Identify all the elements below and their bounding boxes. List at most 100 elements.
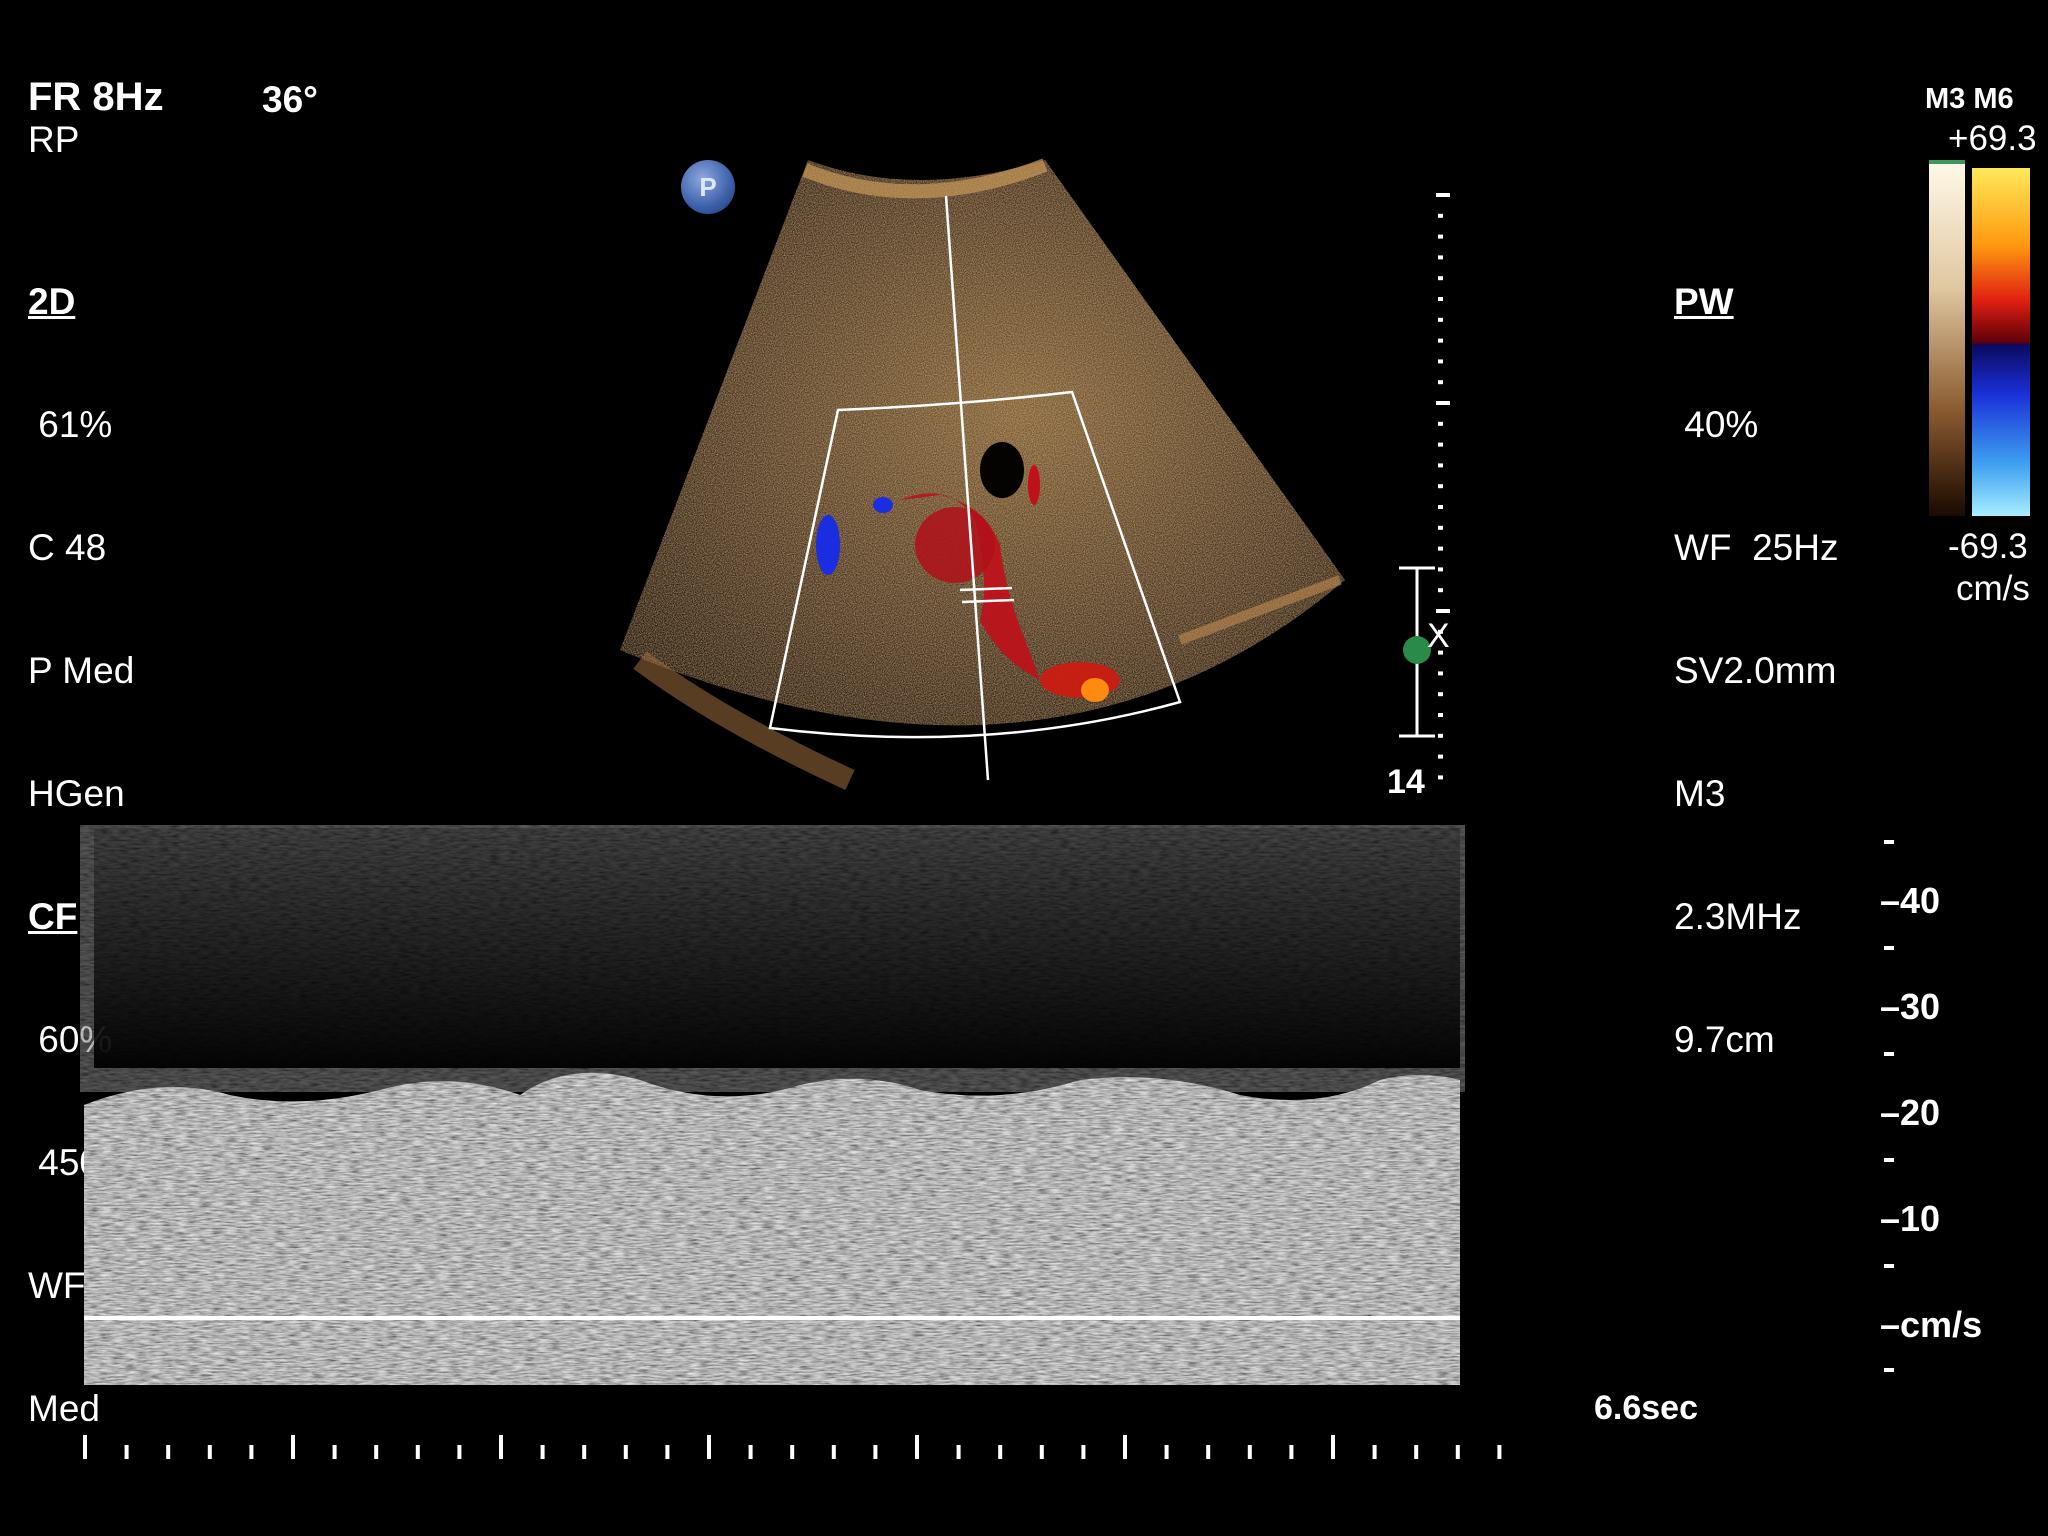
color-bar-max: +69.3	[1948, 119, 2037, 158]
time-tick	[665, 1445, 670, 1459]
depth-max-label: 14	[1387, 763, 1425, 801]
depth-tick	[1438, 505, 1443, 509]
time-tick	[873, 1445, 878, 1459]
time-tick	[499, 1435, 503, 1459]
time-axis	[83, 1435, 1502, 1459]
depth-tick	[1438, 567, 1443, 572]
spectral-doppler-trace	[84, 828, 1460, 1385]
velocity-unit-label: –cm/s	[1880, 1304, 1983, 1345]
depth-tick	[1438, 317, 1443, 322]
time-tick	[1372, 1445, 1377, 1459]
time-tick	[1123, 1435, 1127, 1459]
time-tick	[707, 1435, 711, 1459]
pw-frequency: 2.3MHz	[1674, 896, 1802, 937]
time-tick	[1039, 1445, 1044, 1459]
time-tick	[748, 1445, 753, 1459]
2d-gain: 61%	[28, 404, 113, 445]
pw-sample-volume: SV2.0mm	[1674, 650, 1837, 691]
velocity-label-30: –30	[1880, 986, 1941, 1027]
tissue-gradient	[1929, 164, 1965, 516]
frame-rate: FR 8Hz	[28, 75, 164, 119]
depth-tick	[1438, 442, 1443, 447]
pw-parameter-panel: PW 40% WF 25Hz SV2.0mm M3 2.3MHz 9.7cm	[1674, 199, 1838, 1101]
depth-tick	[1436, 193, 1450, 197]
time-tick	[623, 1445, 628, 1459]
time-tick	[1414, 1445, 1419, 1459]
velocity-scale: –40 –30 –20 –10 –cm/s	[1880, 840, 2040, 1380]
time-tick	[249, 1445, 254, 1459]
depth-tick	[1438, 546, 1443, 551]
time-tick	[1455, 1445, 1460, 1459]
probe-orientation: RP	[28, 119, 80, 160]
angle-readout: 36°	[262, 79, 318, 120]
time-tick	[998, 1445, 1003, 1459]
color-bar-min: -69.3	[1948, 527, 2028, 566]
color-bar-unit: cm/s	[1956, 569, 2030, 608]
time-tick	[457, 1445, 462, 1459]
time-tick	[291, 1435, 295, 1459]
time-tick	[1497, 1445, 1502, 1459]
time-tick	[1164, 1445, 1169, 1459]
depth-tick	[1438, 276, 1443, 281]
velocity-gradient	[1972, 168, 2030, 516]
time-tick	[374, 1445, 379, 1459]
depth-tick	[1438, 692, 1443, 697]
time-tick	[83, 1435, 87, 1459]
depth-tick	[1438, 234, 1443, 239]
depth-tick	[1438, 525, 1443, 530]
pw-wall-filter: WF 25Hz	[1674, 527, 1839, 568]
time-tick	[332, 1445, 337, 1459]
color-map-label: M3 M6	[1925, 83, 2014, 115]
depth-tick	[1438, 484, 1443, 489]
time-tick	[582, 1445, 587, 1459]
ultrasound-2d-image	[620, 158, 1345, 790]
time-tick	[956, 1445, 961, 1459]
pw-map: M3	[1674, 773, 1726, 814]
depth-tick	[1438, 713, 1443, 717]
depth-tick	[1438, 255, 1443, 260]
depth-tick	[1438, 463, 1443, 468]
pw-depth: 9.7cm	[1674, 1019, 1775, 1060]
cf-level: Med	[28, 1388, 100, 1429]
depth-tick	[1438, 671, 1443, 676]
time-tick	[1206, 1445, 1211, 1459]
mode-2d-title: 2D	[28, 281, 76, 322]
sweep-time-label: 6.6sec	[1594, 1389, 1698, 1427]
time-tick	[1247, 1445, 1252, 1459]
depth-tick	[1438, 588, 1443, 593]
time-tick	[1331, 1435, 1335, 1459]
mode-pw-title: PW	[1674, 281, 1734, 322]
2d-harmonic: HGen	[28, 773, 125, 814]
time-tick	[1081, 1445, 1086, 1459]
time-tick	[831, 1445, 836, 1459]
vessel-lumen	[980, 442, 1024, 498]
2d-power: P Med	[28, 650, 135, 691]
time-tick	[415, 1445, 420, 1459]
depth-scale	[1399, 193, 1450, 780]
velocity-label-10: –10	[1880, 1198, 1941, 1239]
time-tick	[540, 1445, 545, 1459]
depth-tick	[1436, 401, 1450, 405]
depth-tick	[1438, 421, 1443, 426]
time-tick	[124, 1445, 129, 1459]
depth-tick	[1438, 754, 1443, 759]
velocity-label-20: –20	[1880, 1092, 1941, 1133]
depth-tick	[1438, 338, 1443, 343]
2d-compression: C 48	[28, 527, 107, 568]
focus-marker-label: X	[1427, 617, 1450, 655]
time-tick	[790, 1445, 795, 1459]
time-tick	[915, 1435, 919, 1459]
time-tick	[166, 1445, 171, 1459]
depth-tick	[1436, 609, 1450, 613]
time-tick	[1289, 1445, 1294, 1459]
depth-tick	[1438, 733, 1443, 738]
pw-gain: 40%	[1674, 404, 1759, 445]
velocity-label-40: –40	[1880, 880, 1941, 921]
velocity-color-bar	[1929, 160, 2030, 516]
depth-tick	[1438, 380, 1443, 385]
time-tick	[207, 1445, 212, 1459]
depth-tick	[1438, 775, 1443, 780]
depth-tick	[1438, 297, 1443, 301]
depth-tick	[1438, 213, 1443, 218]
depth-tick	[1438, 359, 1443, 364]
